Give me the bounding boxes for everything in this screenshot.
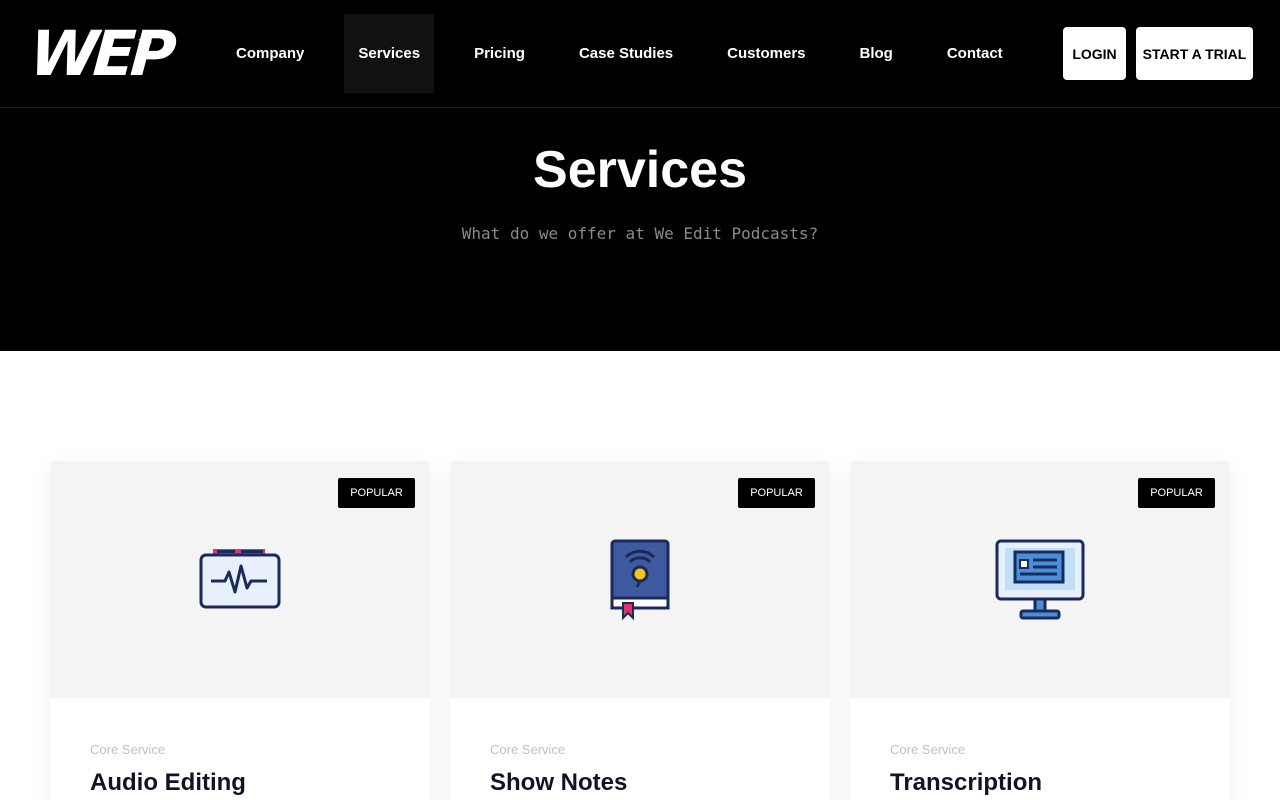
- card-kicker: Core Service: [890, 742, 966, 757]
- service-card-show-notes[interactable]: POPULAR Core Service Show Notes: [450, 461, 830, 800]
- card-title[interactable]: Transcription: [890, 769, 1042, 797]
- login-button[interactable]: LOGIN: [1063, 27, 1126, 80]
- popular-badge: POPULAR: [1138, 478, 1215, 508]
- nav-pricing[interactable]: Pricing: [460, 14, 539, 93]
- site-header: WEP 10.0 Company Services Pricing Case S…: [0, 0, 1280, 108]
- podcast-book-icon: [610, 539, 670, 621]
- page-subtitle: What do we offer at We Edit Podcasts?: [461, 224, 819, 243]
- audio-waveform-icon: [199, 549, 281, 609]
- main-nav: Company Services Pricing Case Studies Cu…: [222, 14, 1017, 93]
- card-media: POPULAR: [850, 461, 1230, 698]
- card-title[interactable]: Audio Editing: [90, 769, 246, 797]
- start-trial-button[interactable]: START A TRIAL: [1136, 27, 1253, 80]
- card-media: POPULAR: [450, 461, 830, 698]
- logo-version: 10.0: [138, 39, 152, 46]
- nav-customers[interactable]: Customers: [713, 14, 819, 93]
- logo-text: WEP: [27, 17, 174, 90]
- nav-services[interactable]: Services: [344, 14, 435, 93]
- hero-section: Services What do we offer at We Edit Pod…: [0, 108, 1280, 351]
- popular-badge: POPULAR: [338, 478, 415, 508]
- nav-blog[interactable]: Blog: [846, 14, 907, 93]
- nav-company[interactable]: Company: [222, 14, 318, 93]
- card-title[interactable]: Show Notes: [490, 769, 627, 797]
- service-card-audio-editing[interactable]: POPULAR Core Service Audio Editing: [50, 461, 430, 800]
- card-kicker: Core Service: [490, 742, 566, 757]
- nav-contact[interactable]: Contact: [933, 14, 1017, 93]
- monitor-icon: [995, 539, 1085, 620]
- logo[interactable]: WEP 10.0: [27, 17, 190, 90]
- popular-badge: POPULAR: [738, 478, 815, 508]
- page-title: Services: [533, 141, 747, 199]
- card-media: POPULAR: [50, 461, 430, 698]
- card-kicker: Core Service: [90, 742, 166, 757]
- service-card-transcription[interactable]: POPULAR Core Service Transcription: [850, 461, 1230, 800]
- nav-case-studies[interactable]: Case Studies: [565, 14, 687, 93]
